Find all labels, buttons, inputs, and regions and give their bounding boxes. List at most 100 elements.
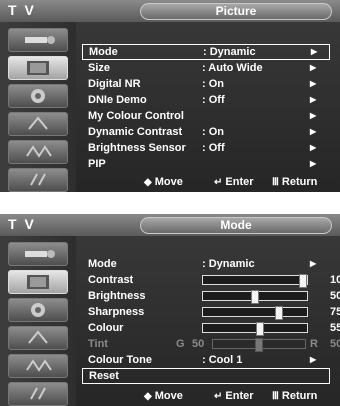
return-label: Return xyxy=(281,176,318,188)
input-source-category-icon[interactable] xyxy=(8,168,68,192)
chevron-right-icon: ▶ xyxy=(310,159,317,168)
tint-red-value: 50 xyxy=(330,338,340,350)
input-category-icon[interactable] xyxy=(8,28,68,52)
slider-track[interactable] xyxy=(202,274,308,288)
item-label: Mode xyxy=(88,258,117,270)
move-label: Move xyxy=(154,176,183,188)
menu-item-dnie-demo[interactable]: DNIe Demo : Off ▶ xyxy=(82,92,332,108)
setup-category-icon[interactable] xyxy=(8,354,68,378)
enter-hint: ↵ Enter xyxy=(214,388,254,405)
item-label: DNIe Demo xyxy=(88,94,147,106)
chevron-right-icon: ▶ xyxy=(311,47,318,56)
menu-title: Mode xyxy=(140,217,332,234)
slider-value: 50 xyxy=(330,290,340,302)
tv-label: T V xyxy=(8,216,36,232)
slider-colour[interactable]: Colour 55 xyxy=(82,320,340,336)
slider-tint: Tint G 50 R 50 xyxy=(82,336,340,352)
menu-item-dynamic-contrast[interactable]: Dynamic Contrast : On ▶ xyxy=(82,124,332,140)
move-label: Move xyxy=(154,390,183,402)
picture-menu-list: Mode : Dynamic ▶ Size : Auto Wide ▶ Digi… xyxy=(82,24,340,174)
item-label: Brightness Sensor xyxy=(88,142,186,154)
enter-icon: ↵ xyxy=(214,177,223,188)
slider-knob[interactable] xyxy=(275,306,283,320)
input-category-icon[interactable] xyxy=(8,242,68,266)
menu-footer: ◆ Move ↵ Enter Ⅲ Return xyxy=(82,174,340,190)
menu-item-mode[interactable]: Mode : Dynamic ▶ xyxy=(82,44,330,60)
slider-contrast[interactable]: Contrast 100 xyxy=(82,272,340,288)
return-hint: Ⅲ Return xyxy=(272,174,317,191)
item-label: Contrast xyxy=(88,274,134,286)
item-label: Size xyxy=(88,62,111,74)
menu-item-mode[interactable]: Mode : Dynamic ▶ xyxy=(82,256,332,272)
item-label: Mode xyxy=(89,46,118,58)
slider-knob[interactable] xyxy=(251,290,259,304)
slider-track[interactable] xyxy=(202,290,308,304)
picture-menu-panel: T V Picture Mode : Dynamic ▶ Size : Auto… xyxy=(0,0,340,192)
menu-item-size[interactable]: Size : Auto Wide ▶ xyxy=(82,60,332,76)
item-value: : Off xyxy=(202,142,225,154)
chevron-right-icon: ▶ xyxy=(310,127,317,136)
slider-sharpness[interactable]: Sharpness 75 xyxy=(82,304,340,320)
sound-category-icon[interactable] xyxy=(8,84,68,108)
return-icon: Ⅲ xyxy=(272,177,279,188)
sound-category-icon[interactable] xyxy=(8,298,68,322)
item-value: : Off xyxy=(202,94,225,106)
menu-item-brightness-sensor[interactable]: Brightness Sensor : Off ▶ xyxy=(82,140,332,156)
tint-red-label: R xyxy=(310,338,318,350)
chevron-right-icon: ▶ xyxy=(310,95,317,104)
item-label: PIP xyxy=(88,158,106,170)
chevron-right-icon: ▶ xyxy=(310,143,317,152)
channel-category-icon[interactable] xyxy=(8,112,68,136)
slider-value: 100 xyxy=(330,274,340,286)
slider-value: 75 xyxy=(330,306,340,318)
item-value: : Dynamic xyxy=(203,46,256,58)
item-value: : Auto Wide xyxy=(202,62,263,74)
move-hint: ◆ Move xyxy=(144,174,183,191)
menu-item-reset[interactable]: Reset xyxy=(82,368,330,384)
chevron-right-icon: ▶ xyxy=(310,63,317,72)
slider-value: 55 xyxy=(330,322,340,334)
item-label: Dynamic Contrast xyxy=(88,126,183,138)
setup-category-icon[interactable] xyxy=(8,140,68,164)
picture-category-icon[interactable] xyxy=(8,56,68,80)
menu-item-colour-tone[interactable]: Colour Tone : Cool 1 ▶ xyxy=(82,352,332,368)
category-sidebar xyxy=(0,236,76,406)
menu-header: T V Mode xyxy=(0,214,340,236)
category-sidebar xyxy=(0,22,76,192)
enter-icon: ↵ xyxy=(214,391,223,402)
mode-menu-panel: T V Mode Mode : Dynamic ▶ Contrast 10 Br… xyxy=(0,214,340,406)
menu-title: Picture xyxy=(140,3,332,20)
item-label: Colour xyxy=(88,322,124,334)
mode-menu-list: Mode : Dynamic ▶ Contrast 100 Brightness… xyxy=(82,238,340,388)
menu-footer: ◆ Move ↵ Enter Ⅲ Return xyxy=(82,388,340,404)
item-label: Colour Tone xyxy=(88,354,152,366)
item-value: : On xyxy=(202,126,224,138)
slider-track[interactable] xyxy=(202,306,308,320)
menu-header: T V Picture xyxy=(0,0,340,22)
slider-track[interactable] xyxy=(202,322,308,336)
input-source-category-icon[interactable] xyxy=(8,382,68,406)
chevron-right-icon: ▶ xyxy=(310,111,317,120)
channel-category-icon[interactable] xyxy=(8,326,68,350)
item-label: Digital NR xyxy=(88,78,141,90)
item-label: Tint xyxy=(88,338,108,350)
item-value: : On xyxy=(202,78,224,90)
return-icon: Ⅲ xyxy=(272,391,279,402)
picture-category-icon[interactable] xyxy=(8,270,68,294)
up-down-arrows-icon: ◆ xyxy=(144,391,152,402)
slider-brightness[interactable]: Brightness 50 xyxy=(82,288,340,304)
enter-label: Enter xyxy=(225,390,254,402)
slider-track xyxy=(212,338,306,352)
slider-knob xyxy=(255,338,263,352)
menu-item-pip[interactable]: PIP ▶ xyxy=(82,156,332,172)
item-label: My Colour Control xyxy=(88,110,184,122)
slider-knob[interactable] xyxy=(256,322,264,336)
up-down-arrows-icon: ◆ xyxy=(144,177,152,188)
chevron-right-icon: ▶ xyxy=(310,355,317,364)
item-label: Sharpness xyxy=(88,306,145,318)
return-hint: Ⅲ Return xyxy=(272,388,317,405)
chevron-right-icon: ▶ xyxy=(310,259,317,268)
slider-knob[interactable] xyxy=(299,274,307,288)
menu-item-my-colour-control[interactable]: My Colour Control ▶ xyxy=(82,108,332,124)
menu-item-digital-nr[interactable]: Digital NR : On ▶ xyxy=(82,76,332,92)
